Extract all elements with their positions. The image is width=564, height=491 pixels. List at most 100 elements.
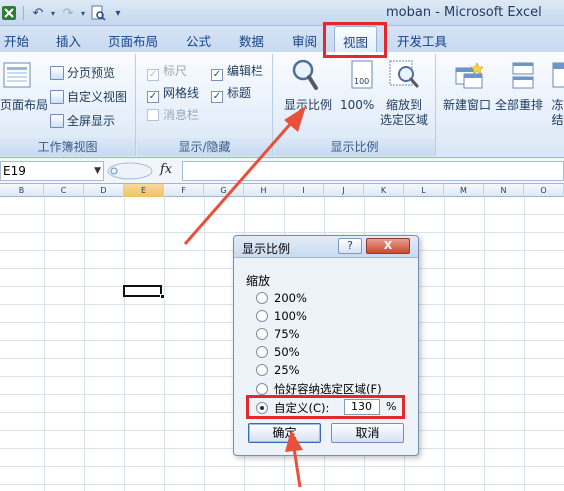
full-screen-button[interactable]: 全屏显示 bbox=[50, 112, 115, 129]
title-bar: ↶ ▾ ↷ ▾ ▾ moban - Microsoft Excel bbox=[0, 0, 564, 26]
radio-icon bbox=[256, 292, 268, 304]
new-window-button[interactable]: 新建窗口 bbox=[443, 98, 491, 113]
chevron-down-icon[interactable]: ▾ bbox=[79, 4, 87, 22]
cancel-button[interactable]: 取消 bbox=[331, 423, 404, 443]
formula-bar-checkbox[interactable]: ✓ 编辑栏 bbox=[211, 62, 263, 81]
chevron-down-icon[interactable]: ▾ bbox=[49, 4, 57, 22]
message-bar-label: 消息栏 bbox=[163, 108, 200, 122]
ok-button[interactable]: 确定 bbox=[248, 423, 321, 443]
gridlines-checkbox[interactable]: ✓ 网格线 bbox=[147, 84, 199, 103]
new-window-icon[interactable] bbox=[453, 60, 485, 92]
custom-views-button[interactable]: 自定义视图 bbox=[50, 88, 127, 105]
group-label-workbook-views: 工作簿视图 bbox=[0, 138, 135, 156]
undo-icon[interactable]: ↶ bbox=[29, 4, 47, 22]
grid-line bbox=[524, 197, 525, 491]
page-break-icon bbox=[50, 66, 64, 80]
grid-line bbox=[84, 197, 85, 491]
message-bar-checkbox[interactable]: 消息栏 bbox=[147, 106, 199, 123]
column-header[interactable]: B bbox=[0, 184, 44, 197]
radio-icon bbox=[256, 383, 268, 395]
name-box-value: E19 bbox=[3, 164, 26, 178]
chevron-down-icon[interactable]: ▼ bbox=[94, 162, 101, 180]
help-button[interactable]: ? bbox=[338, 238, 362, 254]
page-break-preview-button[interactable]: 分页预览 bbox=[50, 64, 115, 81]
custom-views-label: 自定义视图 bbox=[67, 90, 128, 104]
zoom-magnifier-icon[interactable] bbox=[290, 58, 322, 90]
checkbox-unchecked-icon bbox=[147, 109, 159, 121]
group-label-zoom: 显示比例 bbox=[274, 138, 435, 156]
formula-bar: E19 ▼ fx bbox=[0, 158, 564, 184]
zoom-100-icon[interactable]: 100 bbox=[350, 60, 376, 90]
zoom-button[interactable]: 显示比例 bbox=[284, 98, 332, 113]
checkbox-checked-icon: ✓ bbox=[211, 91, 223, 103]
tab-data[interactable]: 数据 bbox=[239, 31, 264, 50]
freeze-panes-icon[interactable] bbox=[551, 60, 564, 92]
tab-insert[interactable]: 插入 bbox=[56, 31, 81, 50]
radio-label: 100% bbox=[274, 309, 307, 323]
tab-page-layout[interactable]: 页面布局 bbox=[108, 31, 158, 50]
radio-label: 75% bbox=[274, 327, 300, 341]
redo-icon[interactable]: ↷ bbox=[59, 4, 77, 22]
radio-label: 25% bbox=[274, 363, 300, 377]
headings-label: 标题 bbox=[227, 86, 252, 100]
zoom-100-button[interactable]: 100% bbox=[340, 98, 374, 113]
checkbox-checked-icon: ✓ bbox=[147, 69, 159, 81]
zoom-group-label: 缩放 bbox=[246, 274, 271, 288]
column-header[interactable]: O bbox=[524, 184, 564, 197]
freeze-panes-button[interactable]: 冻结 bbox=[548, 98, 564, 128]
full-screen-label: 全屏显示 bbox=[67, 114, 116, 128]
formula-input[interactable] bbox=[182, 161, 564, 181]
zoom-to-selection-button[interactable]: 缩放到 选定区域 bbox=[380, 98, 428, 128]
radio-50[interactable]: 50% bbox=[256, 345, 300, 359]
page-layout-icon[interactable] bbox=[2, 60, 34, 92]
name-box[interactable]: E19 ▼ bbox=[0, 161, 104, 181]
column-header[interactable]: I bbox=[284, 184, 324, 197]
column-header[interactable]: J bbox=[324, 184, 364, 197]
group-zoom: 显示比例 100 100% 缩放到 选定区域 显示比例 bbox=[274, 54, 436, 156]
radio-75[interactable]: 75% bbox=[256, 327, 300, 341]
column-header[interactable]: K bbox=[364, 184, 404, 197]
radio-25[interactable]: 25% bbox=[256, 363, 300, 377]
radio-100[interactable]: 100% bbox=[256, 309, 307, 323]
group-show-hide: ✓ 标尺 ✓ 编辑栏 ✓ 网格线 ✓ 标题 消息栏 显示/隐藏 bbox=[137, 54, 273, 156]
column-header[interactable]: M bbox=[444, 184, 484, 197]
insert-function-button[interactable]: fx bbox=[160, 162, 172, 177]
column-header[interactable]: G bbox=[204, 184, 244, 197]
column-header[interactable]: C bbox=[44, 184, 84, 197]
dialog-title: 显示比例 bbox=[242, 242, 291, 256]
ruler-checkbox[interactable]: ✓ 标尺 bbox=[147, 62, 187, 81]
tab-developer[interactable]: 开发工具 bbox=[397, 31, 447, 50]
tab-home[interactable]: 开始 bbox=[4, 31, 29, 50]
zoom-to-selection-icon[interactable] bbox=[388, 58, 420, 90]
column-header-active[interactable]: E bbox=[124, 184, 164, 197]
fill-handle[interactable] bbox=[160, 294, 165, 299]
column-header[interactable]: D bbox=[84, 184, 124, 197]
ribbon-tabs: 开始 插入 页面布局 公式 数据 审阅 视图 开发工具 bbox=[0, 26, 564, 53]
column-header[interactable]: N bbox=[484, 184, 524, 197]
customize-icon[interactable]: ▾ bbox=[109, 4, 127, 22]
dialog-title-bar[interactable]: 显示比例 ? X bbox=[234, 236, 418, 258]
checkbox-checked-icon: ✓ bbox=[147, 91, 159, 103]
tab-formulas[interactable]: 公式 bbox=[186, 31, 211, 50]
arrange-all-icon[interactable] bbox=[507, 60, 539, 92]
arrange-all-button[interactable]: 全部重排 bbox=[495, 98, 543, 113]
print-preview-icon[interactable] bbox=[89, 4, 107, 22]
column-header[interactable]: L bbox=[404, 184, 444, 197]
window-title: moban - Microsoft Excel bbox=[386, 5, 542, 20]
page-layout-button[interactable]: 页面布局 bbox=[0, 98, 48, 113]
formula-bar-label: 编辑栏 bbox=[227, 64, 264, 78]
column-header[interactable]: H bbox=[244, 184, 284, 197]
custom-views-icon bbox=[50, 90, 64, 104]
column-header[interactable]: F bbox=[164, 184, 204, 197]
grid-line bbox=[444, 197, 445, 491]
close-button[interactable]: X bbox=[366, 238, 410, 254]
radio-label: 200% bbox=[274, 291, 307, 305]
tab-review[interactable]: 审阅 bbox=[292, 31, 317, 50]
grid-line bbox=[44, 197, 45, 491]
zoom-to-selection-line1: 缩放到 bbox=[386, 98, 423, 112]
radio-icon bbox=[256, 346, 268, 358]
excel-logo-icon[interactable] bbox=[0, 4, 18, 22]
headings-checkbox[interactable]: ✓ 标题 bbox=[211, 84, 251, 103]
radio-200[interactable]: 200% bbox=[256, 291, 307, 305]
active-cell[interactable] bbox=[123, 285, 162, 297]
